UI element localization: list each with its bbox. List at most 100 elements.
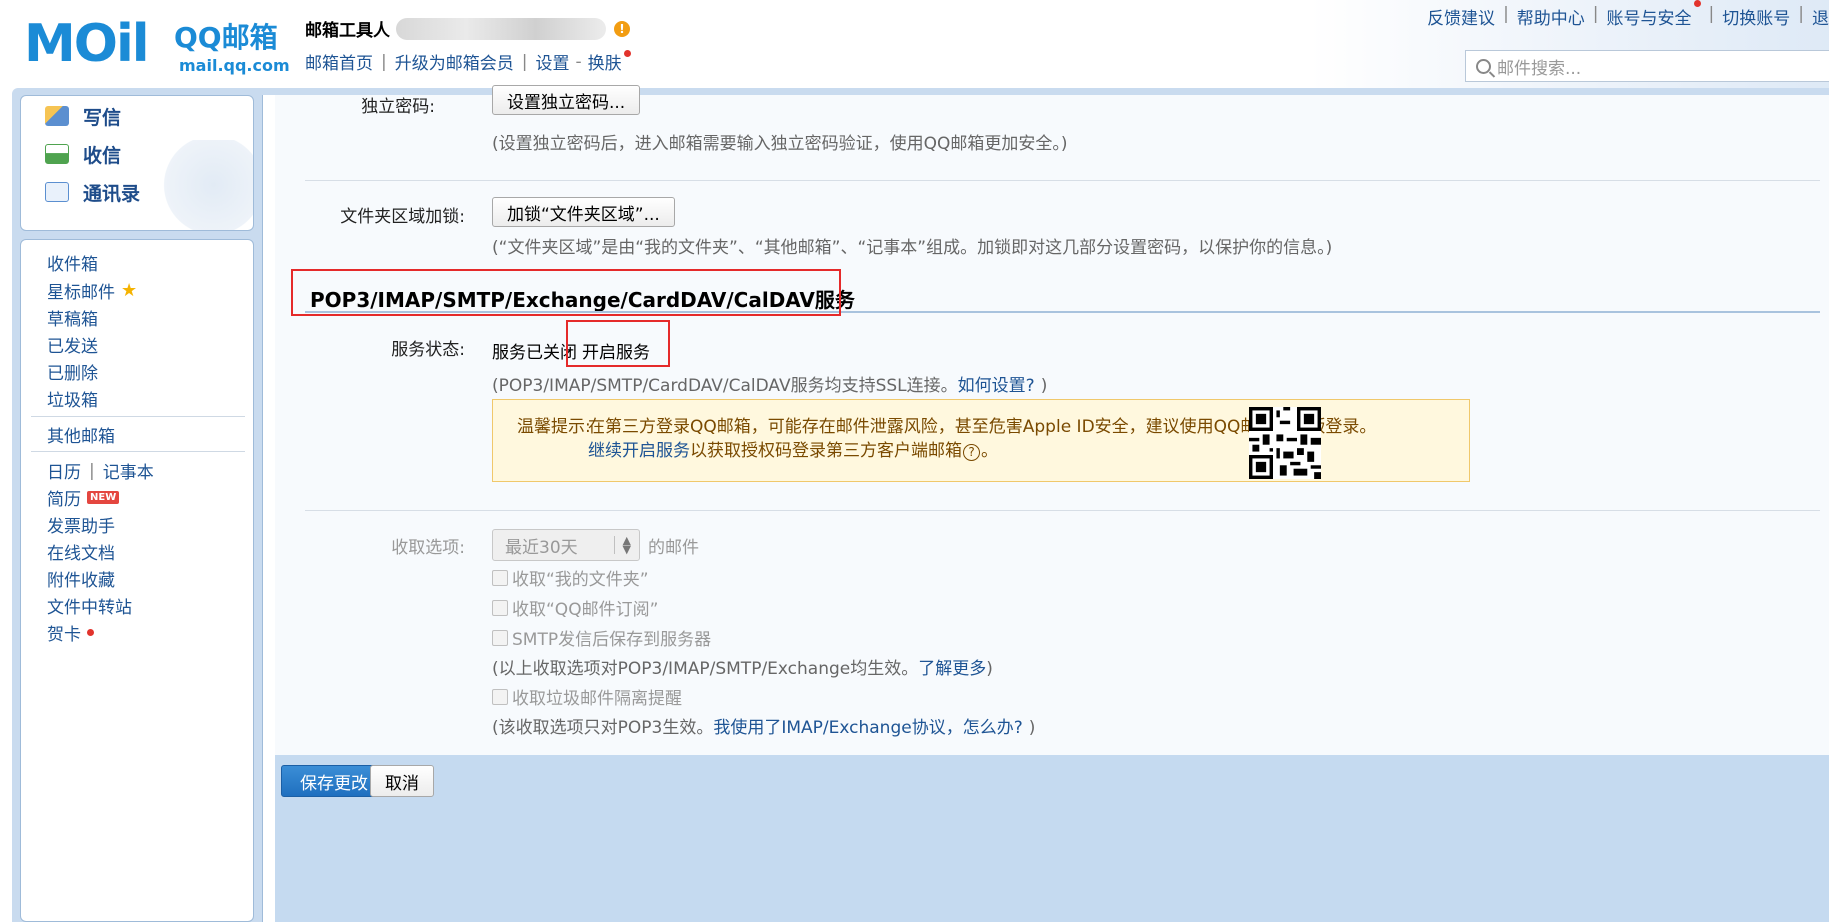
qr-code-graphic xyxy=(1249,407,1321,479)
independent-password-note: (设置独立密码后，进入邮箱需要输入独立密码验证，使用QQ邮箱更加安全。) xyxy=(492,134,1068,154)
qr-code-icon xyxy=(1249,407,1321,479)
checkbox-spam-reminder[interactable] xyxy=(492,688,508,705)
folder-spam[interactable]: 垃圾箱 xyxy=(47,386,98,411)
link-switch-account[interactable]: 切换账号 xyxy=(1722,4,1790,29)
link-account-security[interactable]: 账号与安全 xyxy=(1607,4,1692,29)
tool-invoice-helper[interactable]: 发票助手 xyxy=(47,512,115,537)
folder-other-mailboxes[interactable]: 其他邮箱 xyxy=(47,422,115,447)
service-status-value: 服务已关闭 xyxy=(492,343,577,363)
link-logout[interactable]: 退 xyxy=(1812,4,1829,29)
service-status-label: 服务状态: xyxy=(391,340,465,360)
checkbox-smtp-save[interactable] xyxy=(492,629,508,646)
ssl-note-prefix: (POP3/IMAP/SMTP/CardDAV/CalDAV服务均支持SSL连接… xyxy=(492,376,958,396)
link-settings[interactable]: 设置 xyxy=(535,49,569,74)
folder-deleted[interactable]: 已删除 xyxy=(47,359,98,384)
top-right-links: 反馈建议 | 帮助中心 | 账号与安全 | 切换账号 | 退 xyxy=(1427,0,1829,29)
option-spam-reminder[interactable]: 收取垃圾邮件隔离提醒 xyxy=(492,684,682,709)
sidebar-contacts[interactable]: 通讯录 xyxy=(45,172,140,212)
checkbox-fetch-subscription[interactable] xyxy=(492,599,508,616)
option-fetch-subscription[interactable]: 收取“QQ邮件订阅” xyxy=(492,595,658,620)
imap-exchange-help-link[interactable]: 我使用了IMAP/Exchange协议，怎么办? xyxy=(713,718,1022,738)
search-placeholder: 邮件搜索... xyxy=(1497,58,1582,79)
sidebar-receive[interactable]: 收信 xyxy=(45,134,121,174)
link-change-skin[interactable]: 换肤 xyxy=(588,49,622,74)
section-divider xyxy=(305,180,1820,181)
action-bar xyxy=(275,755,1829,922)
contacts-label: 通讯录 xyxy=(83,182,141,205)
tip-label: 温馨提示: xyxy=(517,417,591,437)
independent-password-label: 独立密码: xyxy=(361,97,435,117)
dash-separator: - xyxy=(575,51,582,72)
account-notification-dot xyxy=(1693,0,1701,7)
contacts-icon xyxy=(45,182,69,202)
folder-lock-note: (“文件夹区域”是由“我的文件夹”、“其他邮箱”、“记事本”组成。加锁即对这几部… xyxy=(492,238,1333,258)
qq-penguin-watermark xyxy=(153,140,253,230)
tools-calendar-notes: 日历 | 记事本 xyxy=(47,458,154,484)
help-circle-icon[interactable]: ? xyxy=(963,443,980,461)
tip-line-2: 继续开启服务以获取授权码登录第三方客户端邮箱?。 xyxy=(588,436,998,461)
checkbox-fetch-my-folders[interactable] xyxy=(492,569,508,586)
top-bar: MOil QQ邮箱 mail.qq.com 邮箱工具人 ! 邮箱首页 | 升级为… xyxy=(0,0,1829,88)
link-help-center[interactable]: 帮助中心 xyxy=(1517,4,1585,29)
tool-greeting-card-label: 贺卡 xyxy=(47,625,81,645)
highlight-section-title xyxy=(291,269,841,316)
fetch-subscription-label: 收取“QQ邮件订阅” xyxy=(512,600,659,620)
option-fetch-my-folders[interactable]: 收取“我的文件夹” xyxy=(492,565,649,590)
redacted-email xyxy=(396,17,606,40)
tool-greeting-card[interactable]: 贺卡 xyxy=(47,620,94,645)
folder-sent[interactable]: 已发送 xyxy=(47,332,98,357)
note1-suffix: ) xyxy=(986,659,993,679)
greeting-card-dot xyxy=(87,629,94,636)
set-independent-password-button[interactable]: 设置独立密码... xyxy=(492,85,641,115)
separator: | xyxy=(1708,4,1715,24)
fetch-options-note-2: (该收取选项只对POP3生效。我使用了IMAP/Exchange协议，怎么办?) xyxy=(492,713,1035,738)
folder-lock-label: 文件夹区域加锁: xyxy=(340,207,465,227)
tool-online-docs[interactable]: 在线文档 xyxy=(47,539,115,564)
inbox-download-icon xyxy=(45,144,69,164)
separator: | xyxy=(89,460,95,481)
smtp-save-label: SMTP发信后保存到服务器 xyxy=(512,630,712,650)
folder-starred[interactable]: 星标邮件 ★ xyxy=(47,278,137,303)
receive-label: 收信 xyxy=(83,144,122,167)
how-to-setup-link[interactable]: 如何设置? xyxy=(958,376,1035,396)
compose-label: 写信 xyxy=(83,106,122,129)
tool-file-transfer[interactable]: 文件中转站 xyxy=(47,593,132,618)
pencil-icon xyxy=(45,106,69,126)
link-feedback[interactable]: 反馈建议 xyxy=(1427,4,1495,29)
sidebar-divider xyxy=(31,416,245,417)
tool-notes[interactable]: 记事本 xyxy=(103,458,154,483)
fetch-range-select[interactable]: 最近30天 ▲ ▼ xyxy=(492,529,640,561)
option-smtp-save[interactable]: SMTP发信后保存到服务器 xyxy=(492,625,711,650)
note1-prefix: (以上收取选项对POP3/IMAP/SMTP/Exchange均生效。 xyxy=(492,659,919,679)
mail-search-input[interactable]: 邮件搜索... xyxy=(1465,50,1829,82)
logo-url: mail.qq.com xyxy=(179,56,290,75)
folder-starred-label: 星标邮件 xyxy=(47,283,115,303)
warning-icon[interactable]: ! xyxy=(614,20,630,37)
qq-mail-logo[interactable]: MOil QQ邮箱 mail.qq.com xyxy=(24,12,290,75)
warm-tip-box: 温馨提示: 在第三方登录QQ邮箱，可能存在邮件泄露风险，甚至危害Apple ID… xyxy=(492,399,1470,482)
folder-panel: 收件箱 星标邮件 ★ 草稿箱 已发送 已删除 垃圾箱 其他邮箱 日历 | 记事本… xyxy=(20,239,254,922)
folder-inbox[interactable]: 收件箱 xyxy=(47,250,98,275)
fetch-range-value: 最近30天 xyxy=(505,537,578,558)
separator: | xyxy=(1798,4,1804,24)
star-icon: ★ xyxy=(121,280,138,301)
tip-line-2-end: 。 xyxy=(981,441,998,461)
link-mail-home[interactable]: 邮箱首页 xyxy=(305,49,373,74)
cancel-button[interactable]: 取消 xyxy=(370,765,434,797)
ssl-support-note: (POP3/IMAP/SMTP/CardDAV/CalDAV服务均支持SSL连接… xyxy=(492,371,1047,396)
sidebar-compose[interactable]: 写信 xyxy=(45,96,121,136)
sidebar: 写信 收信 通讯录 收件箱 星标邮件 ★ 草稿箱 已发送 已删除 垃圾箱 其他邮… xyxy=(20,95,254,922)
user-label: 邮箱工具人 xyxy=(305,21,390,41)
tool-resume[interactable]: 简历 NEW xyxy=(47,485,120,510)
lock-folder-area-button[interactable]: 加锁“文件夹区域”... xyxy=(492,197,675,227)
section-divider xyxy=(305,510,1820,511)
spam-reminder-label: 收取垃圾邮件隔离提醒 xyxy=(512,689,682,709)
tool-attachment-favorites[interactable]: 附件收藏 xyxy=(47,566,115,591)
tool-calendar[interactable]: 日历 xyxy=(47,458,81,483)
separator: | xyxy=(381,51,387,72)
folder-drafts[interactable]: 草稿箱 xyxy=(47,305,98,330)
continue-enable-service-link[interactable]: 继续开启服务 xyxy=(588,441,690,461)
learn-more-link[interactable]: 了解更多 xyxy=(918,659,986,679)
link-upgrade-vip[interactable]: 升级为邮箱会员 xyxy=(395,49,514,74)
tool-resume-label: 简历 xyxy=(47,490,81,510)
